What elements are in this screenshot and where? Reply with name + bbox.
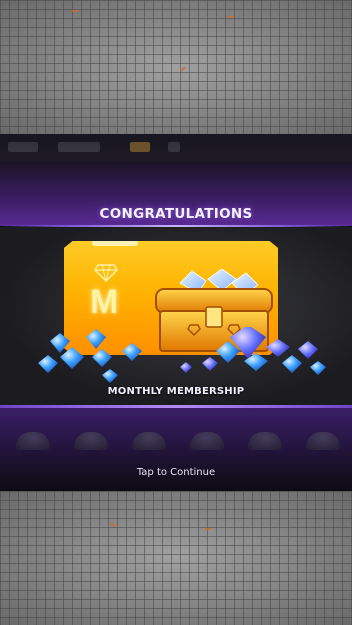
ember-particle <box>205 528 211 530</box>
ember-particle <box>72 10 78 12</box>
ember-particle <box>228 16 234 18</box>
reward-screen: CONGRATULATIONS M MONTHLY MEMBERSHIP Tap… <box>0 134 352 491</box>
grid-background-top <box>0 0 352 134</box>
grid-background-bottom <box>0 491 352 625</box>
tap-to-continue-area[interactable] <box>0 134 352 491</box>
